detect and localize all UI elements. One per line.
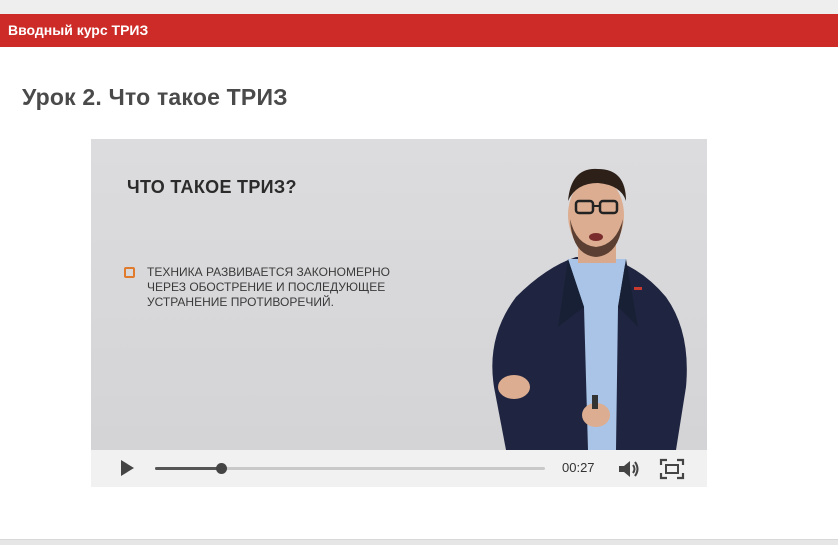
video-frame[interactable]: ЧТО ТАКОЕ ТРИЗ? ТЕХНИКА РАЗВИВАЕТСЯ ЗАКО… [91,139,707,450]
slide-title: ЧТО ТАКОЕ ТРИЗ? [127,177,297,197]
bottom-divider [0,539,838,545]
video-player[interactable]: ЧТО ТАКОЕ ТРИЗ? ТЕХНИКА РАЗВИВАЕТСЯ ЗАКО… [91,139,707,487]
progress-bar[interactable] [155,463,545,474]
slide-bullet-text: ТЕХНИКА РАЗВИВАЕТСЯ ЗАКОНОМЕРНО ЧЕРЕЗ ОБ… [147,265,390,309]
course-header: Вводный курс ТРИЗ [0,14,838,47]
top-strip [0,0,838,14]
slide-bullet-marker [124,267,135,278]
course-title: Вводный курс ТРИЗ [8,22,149,38]
presenter-figure [492,168,687,450]
progress-knob[interactable] [216,463,228,474]
video-controls: 00:27 [91,450,707,487]
fullscreen-icon[interactable] [659,458,685,480]
progress-fill [155,467,222,470]
play-icon[interactable] [117,458,137,478]
volume-icon[interactable] [617,458,641,480]
lesson-title: Урок 2. Что такое ТРИЗ [22,84,288,110]
current-time: 00:27 [562,460,595,475]
